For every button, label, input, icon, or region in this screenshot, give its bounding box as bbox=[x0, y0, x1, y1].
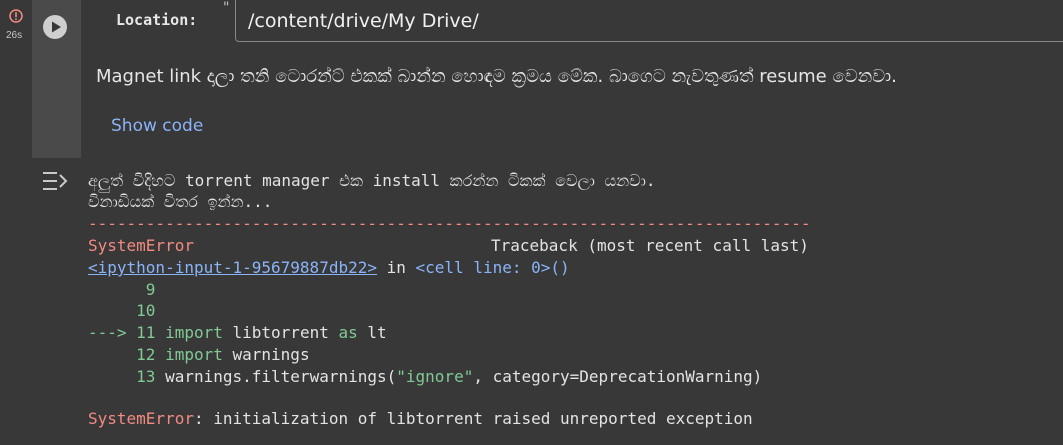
code-line-12: 12 import warnings bbox=[136, 345, 310, 364]
run-cell-button[interactable] bbox=[43, 15, 67, 39]
code-line-13: 13 warnings.filterwarnings("ignore", cat… bbox=[136, 367, 763, 386]
code-line-9: 9 bbox=[145, 280, 156, 299]
ipython-input-link[interactable]: <ipython-input-1-95679887db22> bbox=[88, 258, 377, 277]
traceback-separator: ----------------------------------------… bbox=[88, 214, 811, 233]
location-input[interactable]: /content/drive/My Drive/ bbox=[235, 0, 1063, 42]
cell-gutter: 26s bbox=[0, 0, 32, 445]
play-icon bbox=[52, 21, 61, 33]
cell-line: <cell line: 0>() bbox=[415, 258, 570, 277]
output-actions-icon[interactable] bbox=[41, 169, 71, 193]
output-line-2: විනාඩියක් විතර ඉන්න... bbox=[88, 192, 273, 211]
location-quote: " bbox=[222, 0, 231, 16]
execution-time: 26s bbox=[6, 30, 23, 41]
in-word: in bbox=[376, 258, 416, 277]
final-error-message: : initialization of libtorrent raised un… bbox=[193, 409, 753, 428]
error-icon bbox=[9, 9, 23, 23]
code-line-10: 10 bbox=[136, 301, 156, 320]
final-error: SystemError: initialization of libtorren… bbox=[88, 408, 753, 429]
traceback-location: <ipython-input-1-95679887db22> in <cell … bbox=[88, 257, 570, 278]
traceback-label: Traceback (most recent call last) bbox=[491, 236, 809, 255]
output-line-1: අලුත් විදිහට torrent manager එක install … bbox=[88, 171, 656, 190]
location-value: /content/drive/My Drive/ bbox=[248, 10, 479, 32]
location-label: Location: bbox=[116, 11, 198, 29]
cell-description: Magnet link දාලා තනි ටොරන්ට් එකක් බාන්න … bbox=[96, 66, 897, 87]
final-error-name: SystemError bbox=[88, 409, 194, 428]
show-code-link[interactable]: Show code bbox=[111, 116, 203, 136]
code-line-11: ---> 11 import libtorrent as lt bbox=[88, 323, 387, 342]
error-name: SystemError bbox=[88, 236, 194, 255]
